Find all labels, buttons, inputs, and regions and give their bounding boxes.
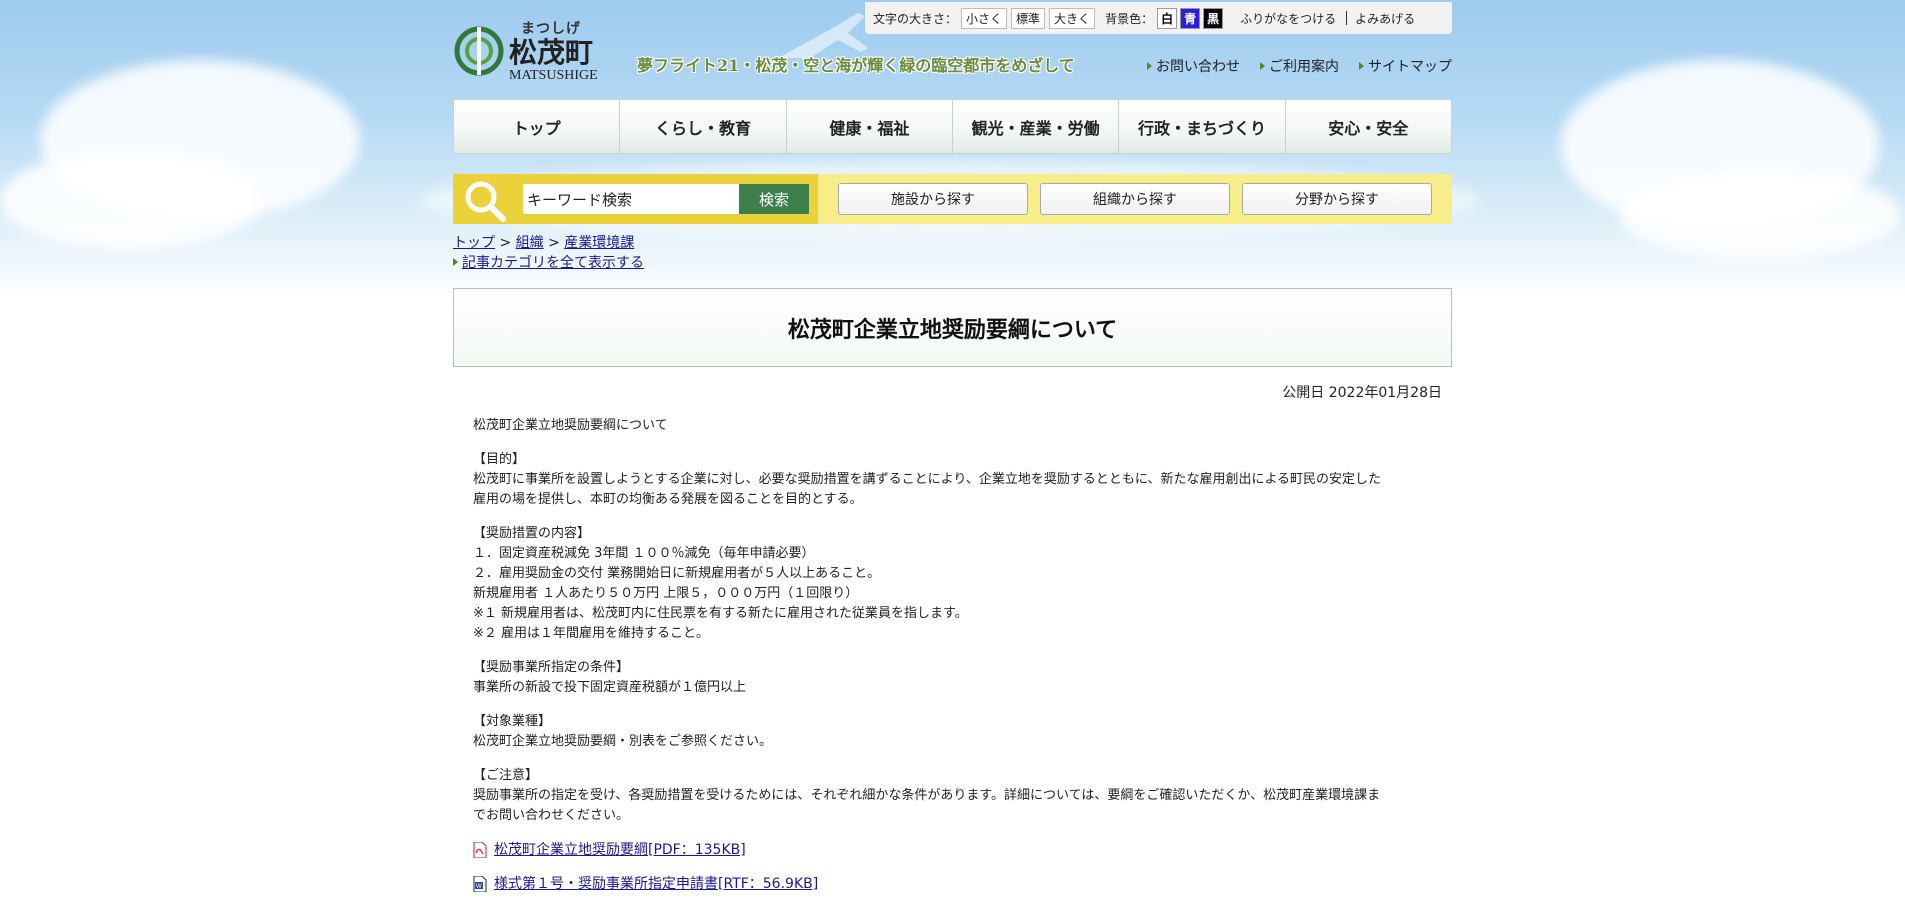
text-size-label: 文字の大きさ：	[873, 11, 958, 26]
background-color-label: 背景色：	[1105, 11, 1154, 26]
paragraph-line: ２．雇用奨励金の交付 業務開始日に新規雇用者が５人以上あること。	[473, 566, 881, 581]
site-logo[interactable]: まつしげ 松茂町 MATSUSHIGE	[453, 18, 618, 84]
section-heading: 【対象業種】	[473, 714, 552, 729]
find-by-organization-button[interactable]: 組織から探す	[1040, 183, 1230, 215]
site-slogan: 夢フライト21・松茂・空と海が輝く緑の臨空都市をめざして	[637, 56, 1075, 75]
paragraph-line: でお問い合わせください。	[473, 808, 630, 823]
cloud-decoration	[1620, 170, 1900, 260]
paragraph-line: ※２ 雇用は１年間雇用を維持すること。	[473, 626, 710, 641]
all-categories-link[interactable]: 記事カテゴリを全て表示する	[462, 252, 644, 272]
page-container: 文字の大きさ： 小さく 標準 大きく 背景色： 白 青 黒 ふりがなをつける よ…	[453, 0, 1452, 910]
sitemap-link[interactable]: サイトマップ	[1359, 56, 1452, 76]
intro-text: 松茂町企業立地奨励要綱について	[473, 418, 668, 433]
file-link-row: W 様式第１号・奨励事業所指定申請書[RTF：56.9KB]	[473, 874, 1433, 894]
all-categories: 記事カテゴリを全て表示する	[453, 252, 644, 272]
find-buttons: 施設から探す 組織から探す 分野から探す	[838, 183, 1444, 215]
published-date: 公開日 2022年01月28日	[1282, 385, 1442, 401]
read-aloud-link[interactable]: よみあげる	[1355, 10, 1415, 27]
keyword-search: 検索	[453, 174, 818, 224]
page-title-box: 松茂町企業立地奨励要綱について	[453, 288, 1452, 367]
paragraph-line: １．固定資産税減免 3年間 １００％減免（毎年申請必要）	[473, 546, 815, 561]
rtf-download-link[interactable]: 様式第１号・奨励事業所指定申請書[RTF：56.9KB]	[494, 874, 818, 894]
find-by-facility-button[interactable]: 施設から探す	[838, 183, 1028, 215]
section-heading: 【目的】	[473, 452, 526, 467]
breadcrumb-organization[interactable]: 組織	[516, 235, 544, 251]
section-heading: 【奨励事業所指定の条件】	[473, 660, 630, 675]
global-nav: トップ くらし・教育 健康・福祉 観光・産業・労働 行政・まちづくり 安心・安全	[453, 99, 1452, 154]
contact-link[interactable]: お問い合わせ	[1147, 56, 1240, 76]
page-title: 松茂町企業立地奨励要綱について	[787, 317, 1118, 343]
search-button[interactable]: 検索	[739, 184, 809, 214]
nav-tourism-industry[interactable]: 観光・産業・労働	[951, 100, 1118, 153]
paragraph-line: 事業所の新設で投下固定資産税額が１億円以上	[473, 680, 747, 695]
logo-kanji: 松茂町	[509, 36, 594, 69]
guide-link[interactable]: ご利用案内	[1260, 56, 1339, 76]
nav-administration[interactable]: 行政・まちづくり	[1118, 100, 1284, 153]
cloud-decoration	[0, 150, 260, 250]
find-by-field-button[interactable]: 分野から探す	[1242, 183, 1432, 215]
breadcrumb-separator: >	[543, 235, 565, 251]
arrow-right-icon	[1359, 62, 1364, 70]
article-body: 松茂町企業立地奨励要綱について 【目的】 松茂町に事業所を設置しようとする企業に…	[473, 416, 1433, 908]
search-input[interactable]	[523, 184, 739, 214]
text-size-large-button[interactable]: 大きく	[1049, 7, 1096, 29]
paragraph-line: ※１ 新規雇用者は、松茂町内に住民票を有する新たに雇用された従業員を指します。	[473, 606, 968, 621]
search-bar: 検索 施設から探す 組織から探す 分野から探す	[453, 174, 1452, 224]
bg-black-button[interactable]: 黒	[1203, 7, 1224, 29]
breadcrumb: トップ > 組織 > 産業環境課	[453, 232, 634, 252]
pdf-file-icon	[473, 841, 487, 859]
text-size-normal-button[interactable]: 標準	[1011, 7, 1046, 29]
nav-safety[interactable]: 安心・安全	[1284, 100, 1451, 153]
paragraph-line: 奨励事業所の指定を受け、各奨励措置を受けるためには、それぞれ細かな条件があります…	[473, 788, 1381, 803]
breadcrumb-separator: >	[495, 235, 516, 251]
file-link-row: 松茂町企業立地奨励要綱[PDF：135KB]	[473, 840, 1433, 860]
breadcrumb-top[interactable]: トップ	[453, 235, 495, 251]
svg-text:W: W	[476, 884, 482, 890]
divider	[1346, 11, 1348, 25]
paragraph-line: 松茂町企業立地奨励要綱・別表をご参照ください。	[473, 734, 773, 749]
town-emblem-icon	[453, 25, 505, 77]
bg-white-button[interactable]: 白	[1157, 7, 1178, 29]
logo-kana: まつしげ	[521, 21, 581, 37]
arrow-right-icon	[453, 258, 458, 266]
utility-bar: 文字の大きさ： 小さく 標準 大きく 背景色： 白 青 黒 ふりがなをつける よ…	[865, 2, 1452, 34]
pdf-download-link[interactable]: 松茂町企業立地奨励要綱[PDF：135KB]	[494, 840, 746, 860]
bg-blue-button[interactable]: 青	[1180, 7, 1201, 29]
paragraph-line: 雇用の場を提供し、本町の均衡ある発展を図ることを目的とする。	[473, 492, 863, 507]
nav-top[interactable]: トップ	[454, 100, 619, 153]
furigana-link[interactable]: ふりがなをつける	[1240, 10, 1336, 27]
section-heading: 【ご注意】	[473, 768, 539, 783]
nav-health-welfare[interactable]: 健康・福祉	[785, 100, 952, 153]
search-icon	[463, 179, 506, 222]
header-links: お問い合わせ ご利用案内 サイトマップ	[1127, 56, 1452, 76]
paragraph-line: 新規雇用者 １人あたり５０万円 上限５，０００万円（１回限り）	[473, 586, 859, 601]
text-size-small-button[interactable]: 小さく	[961, 7, 1008, 29]
paragraph-line: 松茂町に事業所を設置しようとする企業に対し、必要な奨励措置を講ずることにより、企…	[473, 472, 1382, 487]
arrow-right-icon	[1147, 62, 1152, 70]
breadcrumb-department[interactable]: 産業環境課	[564, 235, 634, 251]
logo-roman: MATSUSHIGE	[509, 68, 598, 83]
section-heading: 【奨励措置の内容】	[473, 526, 591, 541]
nav-living-education[interactable]: くらし・教育	[619, 100, 785, 153]
arrow-right-icon	[1260, 62, 1265, 70]
word-file-icon: W	[473, 875, 487, 893]
